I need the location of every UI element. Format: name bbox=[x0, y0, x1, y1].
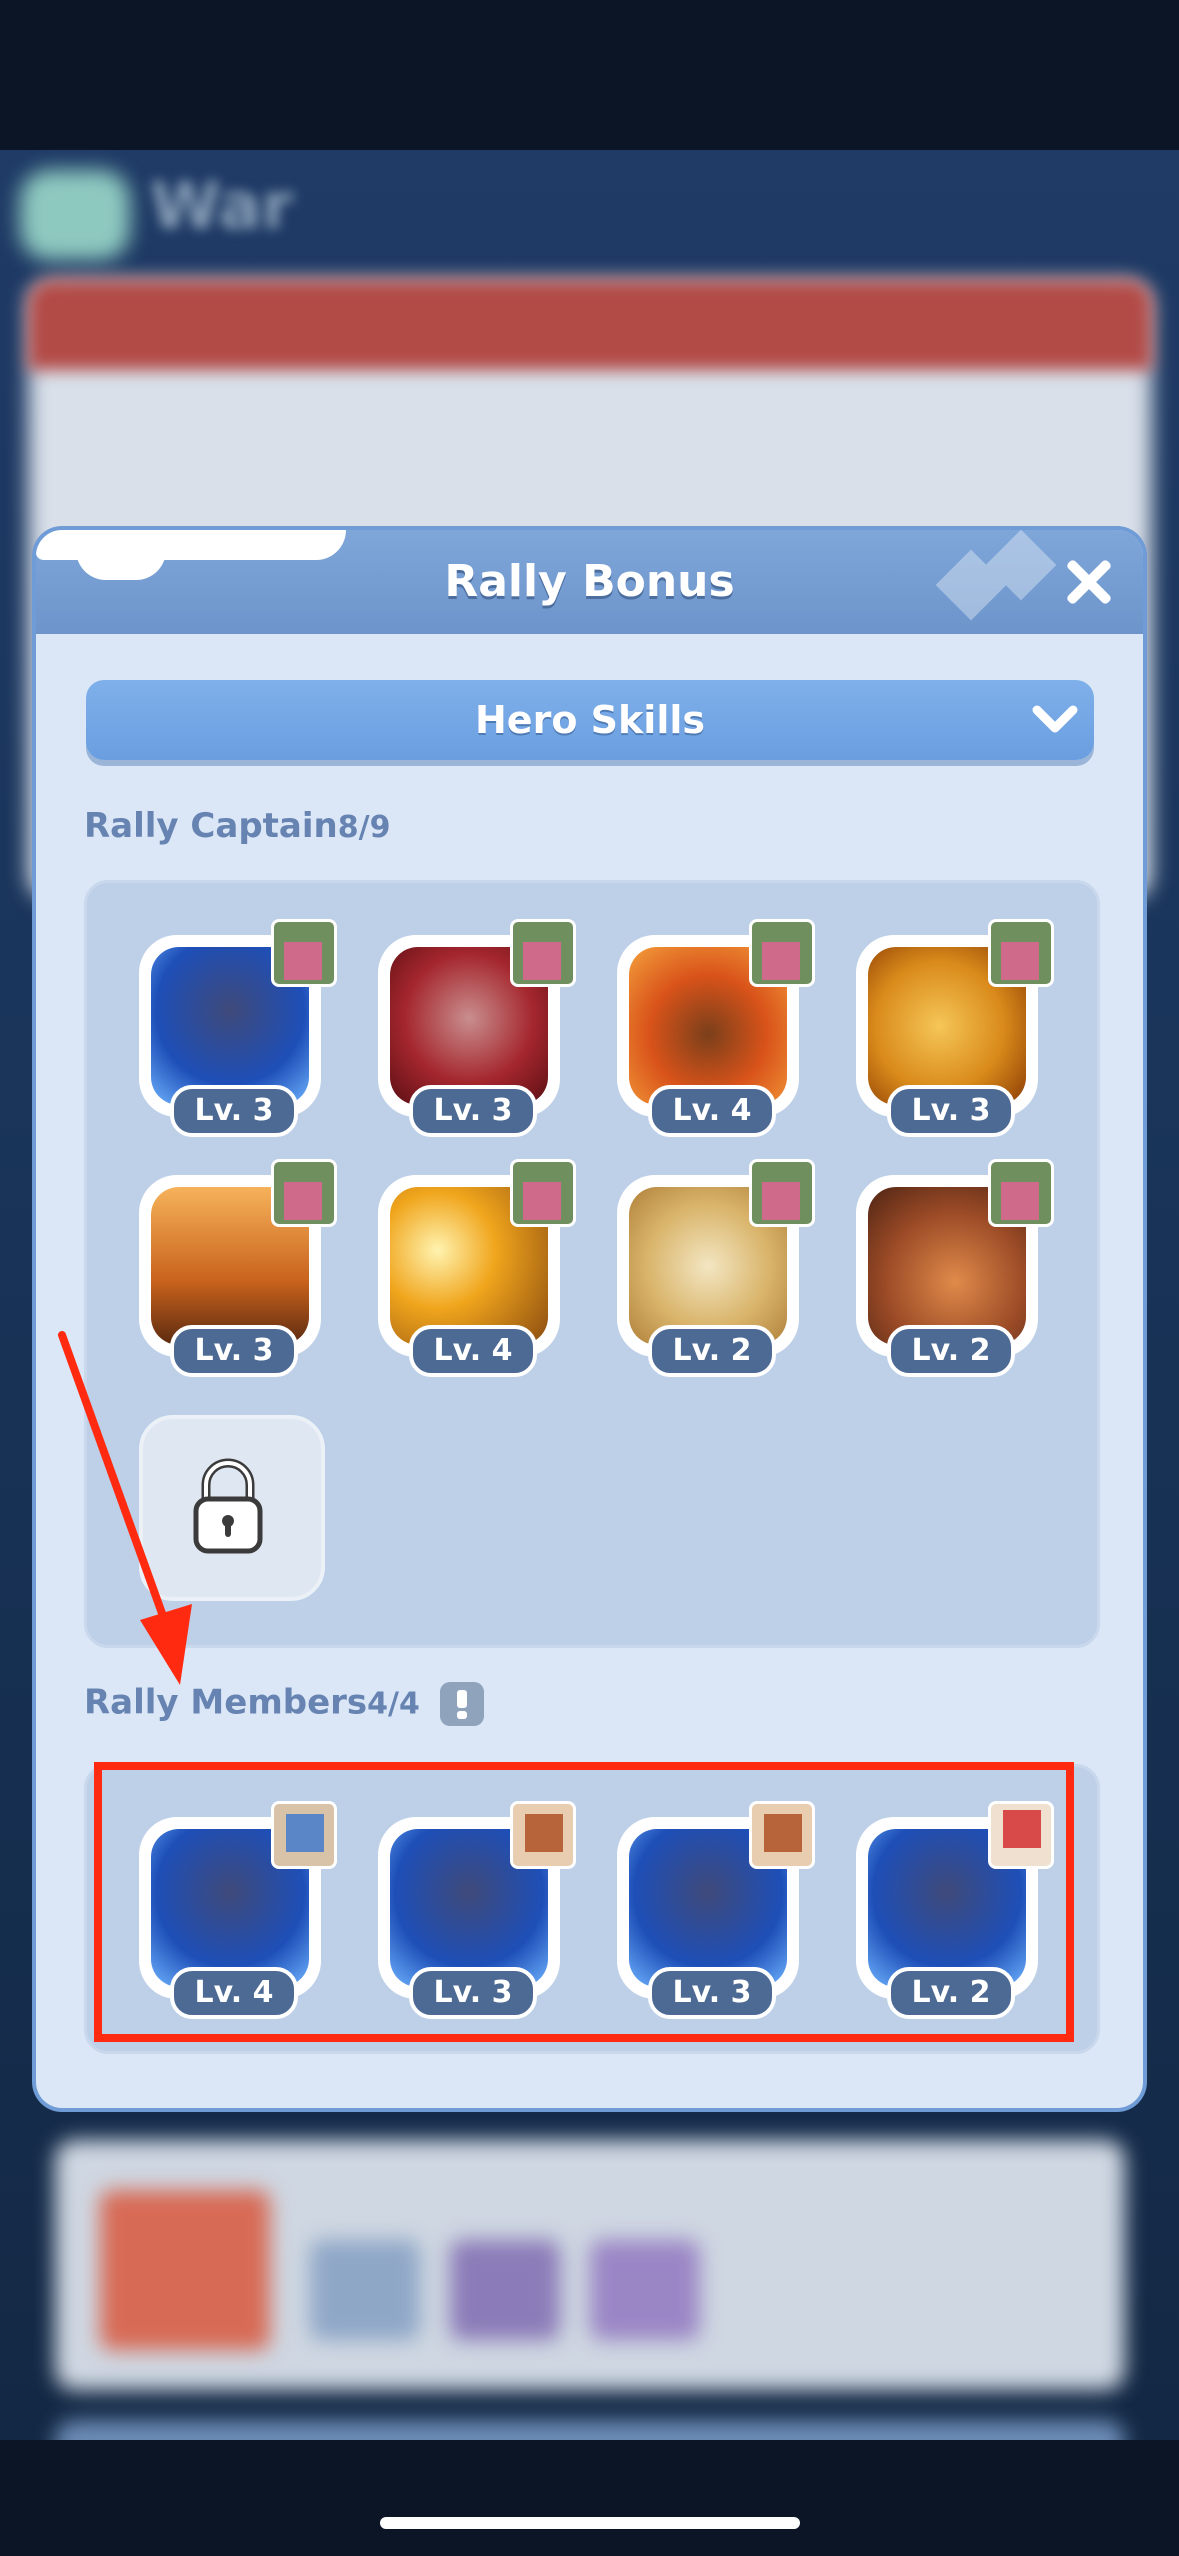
rally-members-label: Rally Members4/4 bbox=[84, 1682, 484, 1726]
chevron-down-icon bbox=[1032, 705, 1078, 733]
captain-skill-8[interactable]: Lv. 2 bbox=[856, 1159, 1054, 1377]
info-dot bbox=[456, 1711, 467, 1719]
skill-level: Lv. 2 bbox=[887, 1325, 1015, 1377]
modal-title: Rally Bonus bbox=[444, 556, 735, 607]
skill-level: Lv. 3 bbox=[887, 1085, 1015, 1137]
captain-count: 8/9 bbox=[337, 810, 391, 845]
captain-skill-6[interactable]: Lv. 4 bbox=[378, 1159, 576, 1377]
captain-skill-7[interactable]: Lv. 2 bbox=[617, 1159, 815, 1377]
background-thumb bbox=[310, 2240, 420, 2340]
captain-skill-4[interactable]: Lv. 3 bbox=[856, 919, 1054, 1137]
skill-level: Lv. 3 bbox=[170, 1325, 298, 1377]
hero-avatar-badge bbox=[749, 919, 815, 987]
background-thumb bbox=[450, 2240, 560, 2340]
bottom-area bbox=[0, 2440, 1179, 2556]
lock-icon bbox=[193, 1458, 263, 1554]
rally-captain-label: Rally Captain8/9 bbox=[84, 806, 390, 846]
skill-level: Lv. 3 bbox=[170, 1085, 298, 1137]
modal-header: Rally Bonus bbox=[36, 530, 1143, 634]
home-indicator[interactable] bbox=[380, 2517, 800, 2529]
hero-avatar-badge bbox=[749, 1159, 815, 1227]
background-title: War bbox=[150, 170, 294, 244]
status-area bbox=[0, 0, 1179, 150]
skill-level: Lv. 3 bbox=[409, 1085, 537, 1137]
members-count: 4/4 bbox=[367, 1686, 420, 1722]
captain-skill-2[interactable]: Lv. 3 bbox=[378, 919, 576, 1137]
hero-avatar-badge bbox=[988, 1159, 1054, 1227]
skill-level: Lv. 4 bbox=[409, 1325, 537, 1377]
skill-level: Lv. 4 bbox=[648, 1085, 776, 1137]
dropdown-label: Hero Skills bbox=[475, 698, 705, 742]
info-mark bbox=[456, 1690, 467, 1708]
rally-captain-panel: Lv. 3 Lv. 3 Lv. 4 Lv. 3 Lv. 3 Lv. 4 Lv. … bbox=[84, 880, 1100, 1648]
close-icon[interactable] bbox=[1056, 550, 1120, 614]
captain-skill-5[interactable]: Lv. 3 bbox=[139, 1159, 337, 1377]
section-title: Rally Captain bbox=[84, 806, 338, 846]
back-arrow-icon bbox=[20, 170, 130, 260]
hero-avatar-badge bbox=[510, 919, 576, 987]
section-title: Rally Members bbox=[84, 1682, 368, 1723]
hero-avatar-badge bbox=[271, 1159, 337, 1227]
locked-skill-slot[interactable] bbox=[139, 1415, 325, 1601]
background-avatar bbox=[100, 2190, 270, 2350]
hero-avatar-badge bbox=[988, 919, 1054, 987]
hero-skills-dropdown[interactable]: Hero Skills bbox=[86, 680, 1094, 760]
background-rally-card-header bbox=[28, 280, 1152, 370]
skill-level: Lv. 2 bbox=[648, 1325, 776, 1377]
highlight-box bbox=[94, 1762, 1074, 2042]
captain-skill-3[interactable]: Lv. 4 bbox=[617, 919, 815, 1137]
hero-avatar-badge bbox=[271, 919, 337, 987]
hero-avatar-badge bbox=[510, 1159, 576, 1227]
info-icon[interactable] bbox=[439, 1682, 484, 1726]
background-thumb bbox=[590, 2240, 700, 2340]
captain-skill-1[interactable]: Lv. 3 bbox=[139, 919, 337, 1137]
